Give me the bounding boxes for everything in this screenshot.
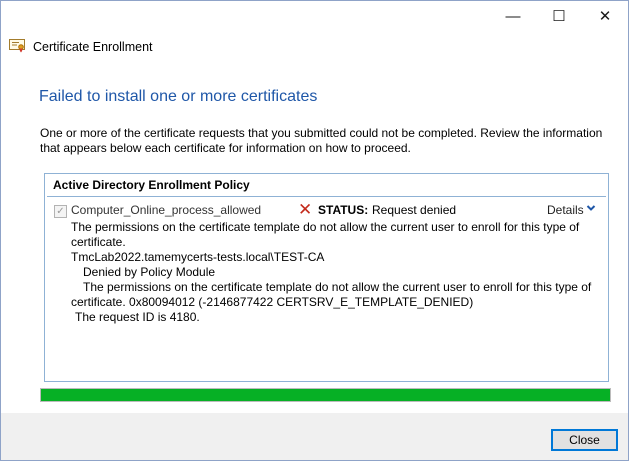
details-link[interactable]: Details (547, 203, 584, 217)
request-id-line: The request ID is 4180. (75, 310, 200, 324)
close-button[interactable]: Close (551, 429, 618, 451)
page-title: Failed to install one or more certificat… (39, 88, 318, 105)
enrollment-progress-bar (40, 388, 611, 402)
dialog-title: Certificate Enrollment (33, 40, 153, 54)
minimize-icon: — (505, 7, 521, 25)
intro-text: One or more of the certificate requests … (40, 126, 603, 155)
ca-name: TmcLab2022.tamemycerts-tests.local\TEST-… (71, 250, 325, 264)
policy-divider (47, 196, 606, 197)
dialog-header: Certificate Enrollment (1, 34, 628, 60)
error-message-line: The permissions on the certificate templ… (83, 280, 592, 294)
close-window-button[interactable]: ✕ (582, 1, 628, 31)
certificate-enrollment-window: — ☐ ✕ Certificate Enrollment Failed to i… (0, 0, 629, 461)
certificate-icon (9, 39, 25, 53)
minimize-button[interactable]: — (490, 1, 536, 31)
error-x-icon: ✕ (298, 200, 313, 219)
close-icon: ✕ (598, 8, 612, 25)
certificate-checkbox[interactable]: ✓ (54, 205, 67, 218)
policy-title: Active Directory Enrollment Policy (53, 178, 250, 192)
enrollment-policy-panel: Active Directory Enrollment Policy ✓ Com… (44, 173, 609, 382)
error-code-line: certificate. 0x80094012 (-2146877422 CER… (71, 295, 474, 309)
policy-module-message: Denied by Policy Module (83, 265, 216, 279)
status-label: STATUS: (318, 203, 369, 217)
maximize-icon: ☐ (552, 8, 566, 25)
dialog-footer: Close (1, 413, 628, 460)
error-message-line: The permissions on the certificate templ… (71, 220, 580, 234)
maximize-button[interactable]: ☐ (536, 1, 582, 31)
progress-fill (41, 389, 610, 401)
chevron-down-icon[interactable] (586, 202, 596, 214)
checkmark-icon: ✓ (56, 205, 65, 217)
status-value: Request denied (372, 203, 457, 217)
certificate-name: Computer_Online_process_allowed (71, 203, 262, 217)
error-message-line: certificate. (71, 235, 126, 249)
